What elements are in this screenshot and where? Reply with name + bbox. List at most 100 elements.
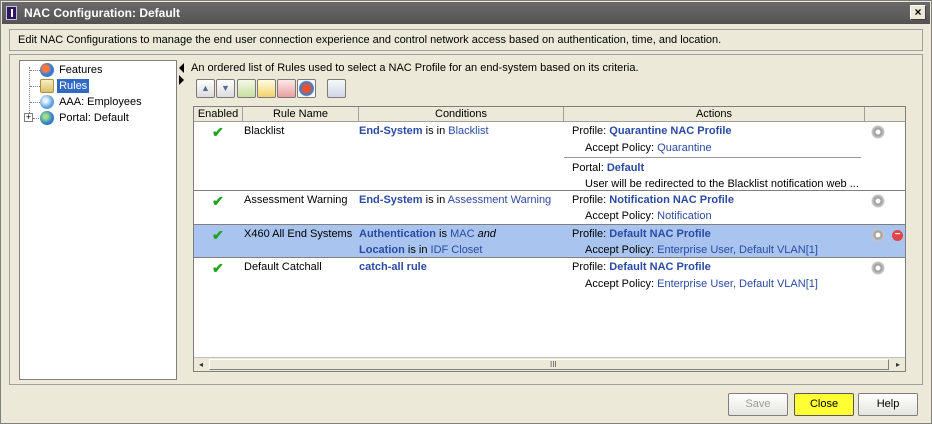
- action-profile: Profile: Default NAC Profile: [572, 261, 711, 273]
- rule-name: X460 All End Systems: [244, 228, 353, 240]
- policy-label: Accept Policy:: [585, 278, 658, 290]
- column-header-extra: [865, 107, 905, 122]
- rule-condition: End-System is in Assessment Warning: [359, 194, 551, 206]
- tree-connector: [30, 70, 40, 71]
- enabled-check-icon[interactable]: ✔: [212, 124, 224, 141]
- condition-value[interactable]: Blacklist: [448, 125, 488, 137]
- add-rule-button[interactable]: [237, 79, 256, 98]
- rule-condition: catch-all rule: [359, 261, 427, 273]
- action-policy: Accept Policy: Quarantine: [585, 142, 712, 154]
- column-header-rule-name[interactable]: Rule Name: [243, 107, 359, 122]
- table-header: Enabled Rule Name Conditions Actions: [194, 107, 905, 122]
- scroll-grip-icon: III: [550, 360, 557, 369]
- gear-icon[interactable]: [871, 261, 885, 275]
- tree-item-label: Portal: Default: [59, 112, 129, 124]
- tree-connector: [30, 102, 40, 103]
- enabled-check-icon[interactable]: ✔: [212, 227, 224, 244]
- column-header-actions[interactable]: Actions: [564, 107, 865, 122]
- window-title: NAC Configuration: Default: [24, 6, 180, 20]
- rule-chart-button[interactable]: [297, 79, 316, 98]
- rule-condition: Authentication is MAC and: [359, 228, 496, 240]
- action-portal: Portal: Default: [572, 162, 644, 174]
- remove-icon[interactable]: −: [892, 230, 903, 241]
- tree-item-label: AAA: Employees: [59, 96, 142, 108]
- condition-value[interactable]: Assessment Warning: [448, 194, 552, 206]
- aaa-icon: [40, 95, 54, 109]
- panel-splitter[interactable]: [179, 61, 185, 85]
- portal-note: User will be redirected to the Blacklist…: [585, 178, 859, 190]
- column-header-enabled[interactable]: Enabled: [194, 107, 243, 122]
- policy-label: Accept Policy:: [585, 244, 658, 256]
- policy-link[interactable]: Quarantine: [657, 142, 711, 154]
- gear-icon[interactable]: [871, 228, 885, 242]
- portal-link[interactable]: Default: [607, 162, 644, 174]
- condition-op: is in: [422, 125, 449, 137]
- policy-link[interactable]: Enterprise User, Default VLAN[1]: [657, 278, 818, 290]
- profile-link[interactable]: Notification NAC Profile: [609, 194, 734, 206]
- profile-label: Profile:: [572, 194, 610, 206]
- save-button[interactable]: Save: [728, 393, 788, 416]
- table-row-selected[interactable]: ✔ X460 All End Systems Authentication is…: [194, 225, 905, 258]
- edit-rule-button[interactable]: [257, 79, 276, 98]
- rule-name: Default Catchall: [244, 261, 322, 273]
- policy-link[interactable]: Enterprise User, Default VLAN[1]: [657, 244, 818, 256]
- scroll-thumb[interactable]: III: [209, 359, 889, 370]
- scroll-right-icon[interactable]: ▸: [891, 358, 905, 371]
- rule-name: Assessment Warning: [244, 194, 348, 206]
- portal-label: Portal:: [572, 162, 607, 174]
- rule-condition: Location is in IDF Closet: [359, 244, 483, 256]
- move-up-button[interactable]: ▲: [196, 79, 215, 98]
- gear-icon[interactable]: [871, 194, 885, 208]
- collapse-right-icon[interactable]: [179, 75, 184, 85]
- nac-config-dialog: NAC Configuration: Default × Edit NAC Co…: [0, 0, 932, 424]
- column-header-conditions[interactable]: Conditions: [359, 107, 564, 122]
- tree-item-label: Rules: [57, 79, 90, 93]
- tree-item-features[interactable]: Features: [40, 63, 104, 77]
- condition-key: catch-all rule: [359, 261, 427, 273]
- condition-op: is: [436, 228, 451, 240]
- profile-link[interactable]: Quarantine NAC Profile: [609, 125, 731, 137]
- policy-label: Accept Policy:: [585, 142, 658, 154]
- close-button[interactable]: Close: [794, 393, 854, 416]
- title-bar[interactable]: NAC Configuration: Default ×: [2, 2, 930, 24]
- profile-label: Profile:: [572, 125, 610, 137]
- tree-expander[interactable]: +: [24, 113, 33, 122]
- move-down-button[interactable]: ▼: [216, 79, 235, 98]
- tree-connector: [30, 86, 40, 87]
- collapse-left-icon[interactable]: [179, 63, 184, 73]
- delete-rule-button[interactable]: [277, 79, 296, 98]
- help-button[interactable]: Help: [858, 393, 918, 416]
- enabled-check-icon[interactable]: ✔: [212, 260, 224, 277]
- condition-key: End-System: [359, 194, 423, 206]
- close-window-button[interactable]: ×: [910, 5, 926, 20]
- tree-item-aaa[interactable]: AAA: Employees: [40, 95, 144, 109]
- gear-icon[interactable]: [871, 125, 885, 139]
- profile-label: Profile:: [572, 261, 610, 273]
- profile-link[interactable]: Default NAC Profile: [609, 228, 710, 240]
- action-policy: Accept Policy: Enterprise User, Default …: [585, 278, 818, 290]
- action-policy: Accept Policy: Notification: [585, 210, 712, 222]
- action-profile: Profile: Default NAC Profile: [572, 228, 711, 240]
- rules-icon: [40, 79, 54, 93]
- enabled-check-icon[interactable]: ✔: [212, 193, 224, 210]
- table-row[interactable]: ✔ Assessment Warning End-System is in As…: [194, 191, 905, 225]
- scroll-left-icon[interactable]: ◂: [194, 358, 208, 371]
- policy-link[interactable]: Notification: [657, 210, 711, 222]
- rule-properties-button[interactable]: [327, 79, 346, 98]
- condition-key: End-System: [359, 125, 423, 137]
- config-tree: Features Rules AAA: Employees + Portal: …: [19, 60, 177, 380]
- condition-op: is in: [422, 194, 448, 206]
- condition-value[interactable]: IDF Closet: [431, 244, 483, 256]
- table-row[interactable]: ✔ Blacklist End-System is in Blacklist P…: [194, 122, 905, 191]
- tree-item-rules[interactable]: Rules: [40, 79, 90, 93]
- condition-key: Authentication: [359, 228, 436, 240]
- rules-table: Enabled Rule Name Conditions Actions ✔ B…: [193, 106, 906, 372]
- action-profile: Profile: Quarantine NAC Profile: [572, 125, 732, 137]
- horizontal-scrollbar[interactable]: ◂ III ▸: [194, 357, 905, 371]
- action-profile: Profile: Notification NAC Profile: [572, 194, 734, 206]
- profile-link[interactable]: Default NAC Profile: [609, 261, 710, 273]
- table-row[interactable]: ✔ Default Catchall catch-all rule Profil…: [194, 258, 905, 292]
- condition-value[interactable]: MAC: [450, 228, 474, 240]
- profile-label: Profile:: [572, 228, 610, 240]
- tree-item-portal[interactable]: Portal: Default: [40, 111, 131, 125]
